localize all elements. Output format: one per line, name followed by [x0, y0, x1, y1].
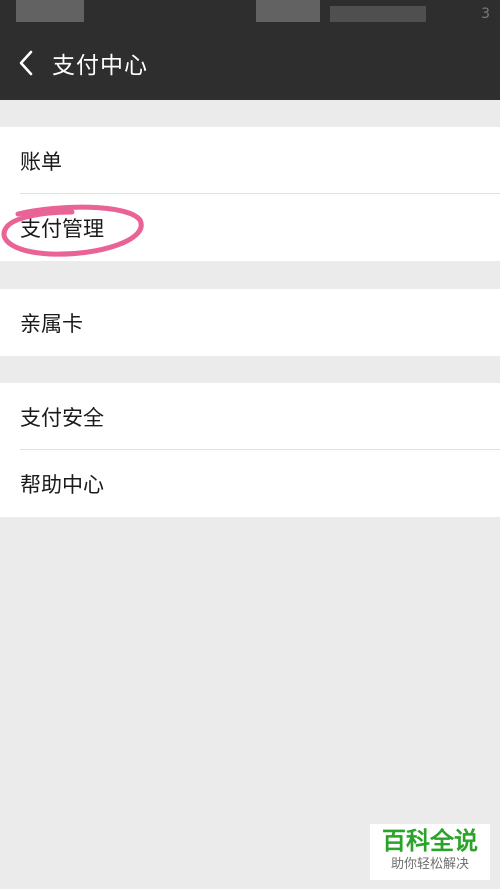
menu-item-payment-security[interactable]: 支付安全: [0, 383, 500, 450]
menu-item-label: 帮助中心: [20, 472, 104, 497]
menu-item-help-center[interactable]: 帮助中心: [0, 450, 500, 517]
watermark-title: 百科全说: [382, 827, 478, 855]
watermark-logo: 百科全说 助你轻松解决: [370, 824, 490, 880]
menu-item-label: 支付安全: [20, 405, 104, 430]
menu-group-3: 支付安全 帮助中心: [0, 383, 500, 517]
highlight-annotation: [1, 204, 144, 257]
watermark-subtitle: 助你轻松解决: [390, 857, 469, 872]
menu-item-label: 亲属卡: [20, 311, 83, 336]
